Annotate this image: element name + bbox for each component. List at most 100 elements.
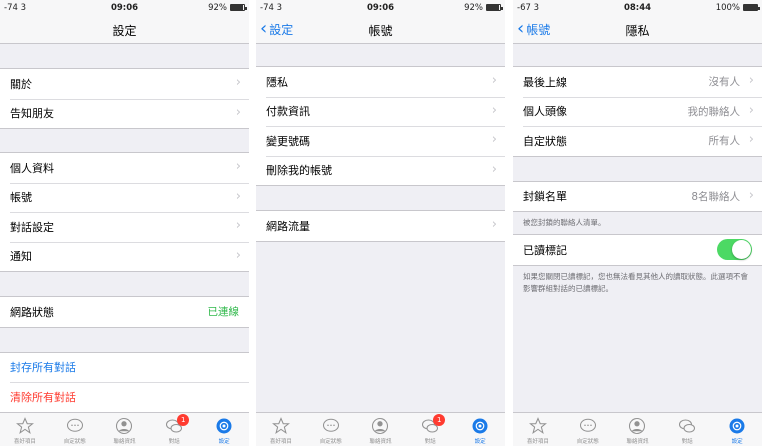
account-item-network-usage[interactable]: 網路流量 › — [256, 211, 505, 241]
blocked-footnote: 被您封鎖的聯絡人清單。 — [523, 218, 606, 227]
privacy-item-last-seen[interactable]: 最後上線 沒有人 › — [513, 67, 762, 97]
tab-chats[interactable]: 對話 — [662, 413, 712, 446]
settings-item-account[interactable]: 帳號 › — [0, 182, 249, 213]
connection-status: 已連線 — [207, 306, 240, 319]
person-icon — [370, 416, 390, 436]
settings-item-notifications[interactable]: 通知 › — [0, 241, 249, 272]
nav-bar: 設定 — [0, 16, 249, 44]
status-bar: -74 3 09:06 92% — [0, 0, 249, 16]
tab-settings[interactable]: 設定 — [455, 413, 505, 446]
archive-all-chats-button[interactable]: 封存所有對話 — [0, 353, 249, 383]
status-bar: -74 3 09:06 92% — [256, 0, 505, 16]
unread-badge: 1 — [433, 414, 446, 426]
row-label: 告知朋友 — [10, 107, 54, 121]
star-icon — [15, 416, 35, 436]
row-label: 已讀標記 — [523, 243, 567, 257]
tab-label: 聯絡資訊 — [113, 439, 136, 445]
battery-icon — [486, 4, 503, 11]
privacy-item-status[interactable]: 自定狀態 所有人 › — [513, 126, 762, 156]
row-value: 所有人 — [708, 135, 741, 148]
tab-label: 自定狀態 — [63, 439, 86, 445]
tab-contacts[interactable]: 聯絡資訊 — [100, 413, 150, 446]
star-icon — [528, 416, 548, 436]
settings-group-actions: 封存所有對話 清除所有對話 — [0, 351, 249, 413]
account-item-privacy[interactable]: 隱私 › — [256, 67, 505, 97]
row-label: 關於 — [10, 77, 32, 91]
tab-label: 聯絡資訊 — [369, 439, 392, 445]
tab-status[interactable]: 自定狀態 — [306, 413, 356, 446]
battery-percent: 92% — [464, 3, 483, 13]
row-value: 沒有人 — [708, 76, 741, 89]
chevron-right-icon: › — [748, 102, 754, 118]
chevron-right-icon: › — [235, 247, 241, 263]
star-icon — [271, 416, 291, 436]
row-label: 自定狀態 — [523, 134, 567, 148]
settings-item-about[interactable]: 關於 › — [0, 69, 249, 99]
clear-all-chats-button[interactable]: 清除所有對話 — [0, 382, 249, 412]
chevron-right-icon: › — [235, 159, 241, 174]
tab-favorites[interactable]: 喜好項目 — [256, 413, 306, 446]
battery-percent: 92% — [208, 3, 227, 13]
privacy-group-blocked: 封鎖名單 8名聯絡人 › — [513, 180, 762, 212]
tab-label: 聯絡資訊 — [626, 439, 649, 445]
read-receipts-toggle[interactable] — [717, 239, 752, 260]
tab-bar: 喜好項目 自定狀態 聯絡資訊 對話 設定 — [513, 412, 762, 446]
person-icon — [114, 416, 134, 436]
tab-status[interactable]: 自定狀態 — [50, 413, 100, 446]
privacy-item-profile-photo[interactable]: 個人頭像 我的聯絡人 › — [513, 96, 762, 127]
row-label: 變更號碼 — [266, 134, 310, 148]
chevron-right-icon: › — [748, 187, 754, 203]
speech-bubble-dots-icon — [321, 416, 341, 436]
tab-bar: 喜好項目 自定狀態 聯絡資訊 1 對話 設定 — [256, 412, 505, 446]
row-label: 個人資料 — [10, 161, 54, 175]
chevron-right-icon: › — [235, 188, 241, 204]
chevron-right-icon: › — [491, 73, 497, 88]
row-value: 8名聯絡人 — [691, 190, 740, 203]
tab-label: 設定 — [218, 439, 230, 445]
tab-label: 喜好項目 — [269, 439, 292, 445]
privacy-group-visibility: 最後上線 沒有人 › 個人頭像 我的聯絡人 › 自定狀態 所有人 › — [513, 66, 762, 157]
chevron-right-icon: › — [235, 218, 241, 233]
person-icon — [627, 416, 647, 436]
gear-icon — [727, 416, 747, 436]
tab-label: 對話 — [681, 439, 693, 445]
unread-badge: 1 — [177, 414, 190, 426]
row-label: 付款資訊 — [266, 105, 310, 119]
settings-screen: -74 3 09:06 92% 設定 關於 › 告知朋友 › 個人資料 › 帳號 › 對… — [0, 0, 249, 446]
tab-chats[interactable]: 1 對話 — [405, 413, 455, 446]
tab-settings[interactable]: 設定 — [199, 413, 249, 446]
tab-contacts[interactable]: 聯絡資訊 — [613, 413, 663, 446]
page-title: 帳號 — [368, 24, 393, 38]
account-item-payment[interactable]: 付款資訊 › — [256, 96, 505, 127]
privacy-item-blocked[interactable]: 封鎖名單 8名聯絡人 › — [513, 182, 762, 212]
account-item-change-number[interactable]: 變更號碼 › — [256, 126, 505, 156]
row-label: 網路狀態 — [10, 305, 54, 319]
settings-item-profile[interactable]: 個人資料 › — [0, 153, 249, 183]
account-group-network: 網路流量 › — [256, 210, 505, 242]
settings-item-tell-friend[interactable]: 告知朋友 › — [0, 98, 249, 129]
privacy-item-read-receipts: 已讀標記 — [513, 235, 762, 265]
tab-settings[interactable]: 設定 — [712, 413, 762, 446]
row-label: 封鎖名單 — [523, 190, 567, 204]
settings-item-network-status[interactable]: 網路狀態 已連線 — [0, 297, 249, 327]
tab-favorites[interactable]: 喜好項目 — [513, 413, 563, 446]
account-item-delete-account[interactable]: 刪除我的帳號 › — [256, 155, 505, 186]
chevron-right-icon: › — [491, 102, 497, 118]
page-title: 隱私 — [625, 24, 650, 38]
chevron-right-icon: › — [748, 73, 754, 88]
tab-chats[interactable]: 1 對話 — [149, 413, 199, 446]
row-label: 最後上線 — [523, 75, 567, 89]
settings-group-info: 關於 › 告知朋友 › — [0, 68, 249, 129]
settings-item-chats[interactable]: 對話設定 › — [0, 212, 249, 242]
speech-bubble-dots-icon — [578, 416, 598, 436]
tab-contacts[interactable]: 聯絡資訊 — [356, 413, 406, 446]
tab-status[interactable]: 自定狀態 — [563, 413, 613, 446]
row-label: 網路流量 — [266, 219, 310, 233]
account-screen: -74 3 09:06 92% ‹ 設定 帳號 隱私 › 付款資訊 › 變更號碼 › 刪… — [256, 0, 505, 446]
read-receipts-footnote: 如果您關閉已讀標記，您也無法看見其他人的讀取狀態。此選項不會影響群組對話的已讀標… — [523, 271, 748, 293]
tab-favorites[interactable]: 喜好項目 — [0, 413, 50, 446]
status-bar: -67 3 08:44 100% — [513, 0, 762, 16]
privacy-screen: -67 3 08:44 100% ‹ 帳號 隱私 最後上線 沒有人 › 個人頭像 我的聯… — [513, 0, 762, 446]
tab-label: 喜好項目 — [13, 439, 36, 445]
gear-icon — [470, 416, 490, 436]
